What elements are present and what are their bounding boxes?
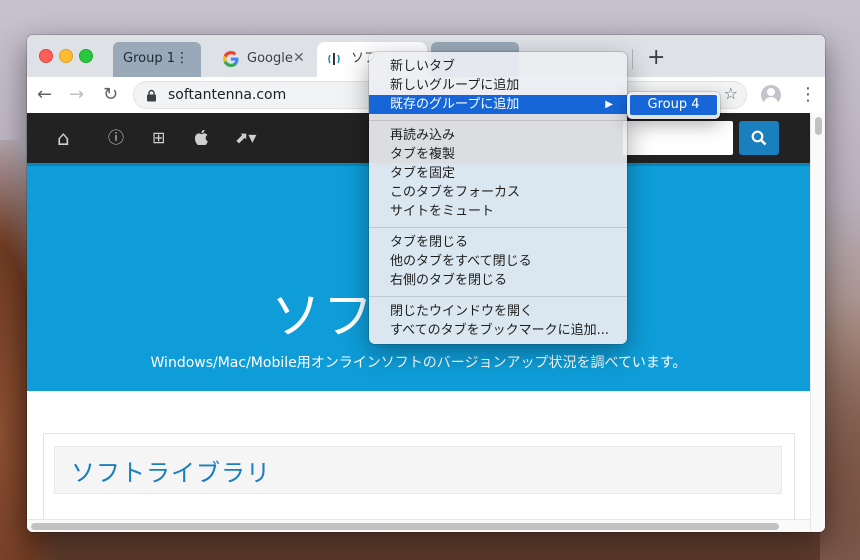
avatar-body — [764, 97, 778, 105]
menu-item-add-to-existing-group[interactable]: 既存のグループに追加 ▶ — [369, 95, 627, 114]
menu-item-reopen-window[interactable]: 閉じたウインドウを開く — [369, 302, 627, 321]
vertical-scrollbar-thumb[interactable] — [815, 117, 822, 135]
url-text: softantenna.com — [168, 87, 287, 103]
menu-item-reload[interactable]: 再読み込み — [369, 126, 627, 145]
reload-button[interactable]: ↻ — [103, 81, 118, 109]
window-close-button[interactable] — [39, 49, 53, 63]
horizontal-scrollbar[interactable] — [27, 519, 810, 532]
apple-icon[interactable] — [194, 125, 208, 153]
tab-separator — [632, 49, 633, 69]
menu-item-add-to-new-group[interactable]: 新しいグループに追加 — [369, 76, 627, 95]
window-maximize-button[interactable] — [79, 49, 93, 63]
menu-item-bookmark-all-tabs[interactable]: すべてのタブをブックマークに追加... — [369, 321, 627, 340]
group-submenu: Group 4 — [627, 92, 720, 119]
vertical-scrollbar[interactable] — [810, 113, 825, 532]
tab-title: Google — [247, 51, 293, 66]
menu-separator — [369, 227, 627, 228]
forward-button[interactable]: → — [69, 81, 84, 109]
horizontal-scrollbar-thumb[interactable] — [31, 523, 779, 530]
browser-menu-button[interactable]: ⋮ — [799, 81, 817, 109]
menu-separator — [369, 120, 627, 121]
library-panel: ソフトライブラリ — [43, 433, 795, 532]
lock-icon — [147, 89, 156, 102]
submenu-arrow-icon: ▶ — [605, 99, 613, 110]
main-content: ソフトライブラリ — [27, 391, 810, 532]
tab-group-menu-icon[interactable]: ⋮ — [175, 42, 189, 75]
site-search-button[interactable] — [739, 121, 779, 155]
window-minimize-button[interactable] — [59, 49, 73, 63]
menu-item-duplicate[interactable]: タブを複製 — [369, 145, 627, 164]
menu-item-pin[interactable]: タブを固定 — [369, 164, 627, 183]
hero-subtitle: Windows/Mac/Mobile用オンラインソフトのバージョンアップ状況を調… — [150, 355, 687, 371]
windows-icon[interactable]: ⊞ — [152, 125, 165, 151]
google-icon — [223, 51, 239, 67]
menu-item-close-tabs-right[interactable]: 右側のタブを閉じる — [369, 271, 627, 290]
new-tab-button[interactable]: + — [647, 43, 665, 73]
desktop-wallpaper-right — [820, 300, 860, 560]
menu-item-new-tab[interactable]: 新しいタブ — [369, 57, 627, 76]
avatar-head — [767, 88, 775, 96]
search-icon — [751, 130, 767, 146]
submenu-item-group-4[interactable]: Group 4 — [630, 95, 717, 115]
menu-separator — [369, 296, 627, 297]
site-search-input[interactable] — [623, 121, 733, 155]
tab-google[interactable]: Google ✕ — [213, 42, 317, 77]
menu-item-label: 既存のグループに追加 — [390, 97, 520, 112]
hero-title: ソフ — [271, 287, 375, 345]
antenna-favicon-icon — [328, 53, 340, 65]
library-panel-header: ソフトライブラリ — [54, 446, 782, 494]
tab-close-icon[interactable]: ✕ — [293, 42, 305, 75]
menu-item-close-tab[interactable]: タブを閉じる — [369, 233, 627, 252]
info-icon[interactable]: ⓘ — [108, 125, 124, 151]
bookmark-star-icon[interactable]: ☆ — [724, 84, 738, 103]
tab-group-label: Group 1 — [123, 51, 175, 66]
menu-item-close-other-tabs[interactable]: 他のタブをすべて閉じる — [369, 252, 627, 271]
menu-item-mute-site[interactable]: サイトをミュート — [369, 202, 627, 221]
external-link-icon[interactable]: ⬈▾ — [235, 125, 256, 151]
section-title[interactable]: ソフトライブラリ — [71, 453, 271, 488]
menu-item-focus-tab[interactable]: このタブをフォーカス — [369, 183, 627, 202]
tab-context-menu: 新しいタブ 新しいグループに追加 既存のグループに追加 ▶ 再読み込み タブを複… — [369, 52, 627, 344]
back-button[interactable]: ← — [37, 81, 52, 109]
home-icon[interactable]: ⌂ — [57, 125, 70, 151]
tab-group-1[interactable]: Group 1 ⋮ — [113, 42, 201, 77]
profile-avatar[interactable] — [761, 85, 781, 105]
